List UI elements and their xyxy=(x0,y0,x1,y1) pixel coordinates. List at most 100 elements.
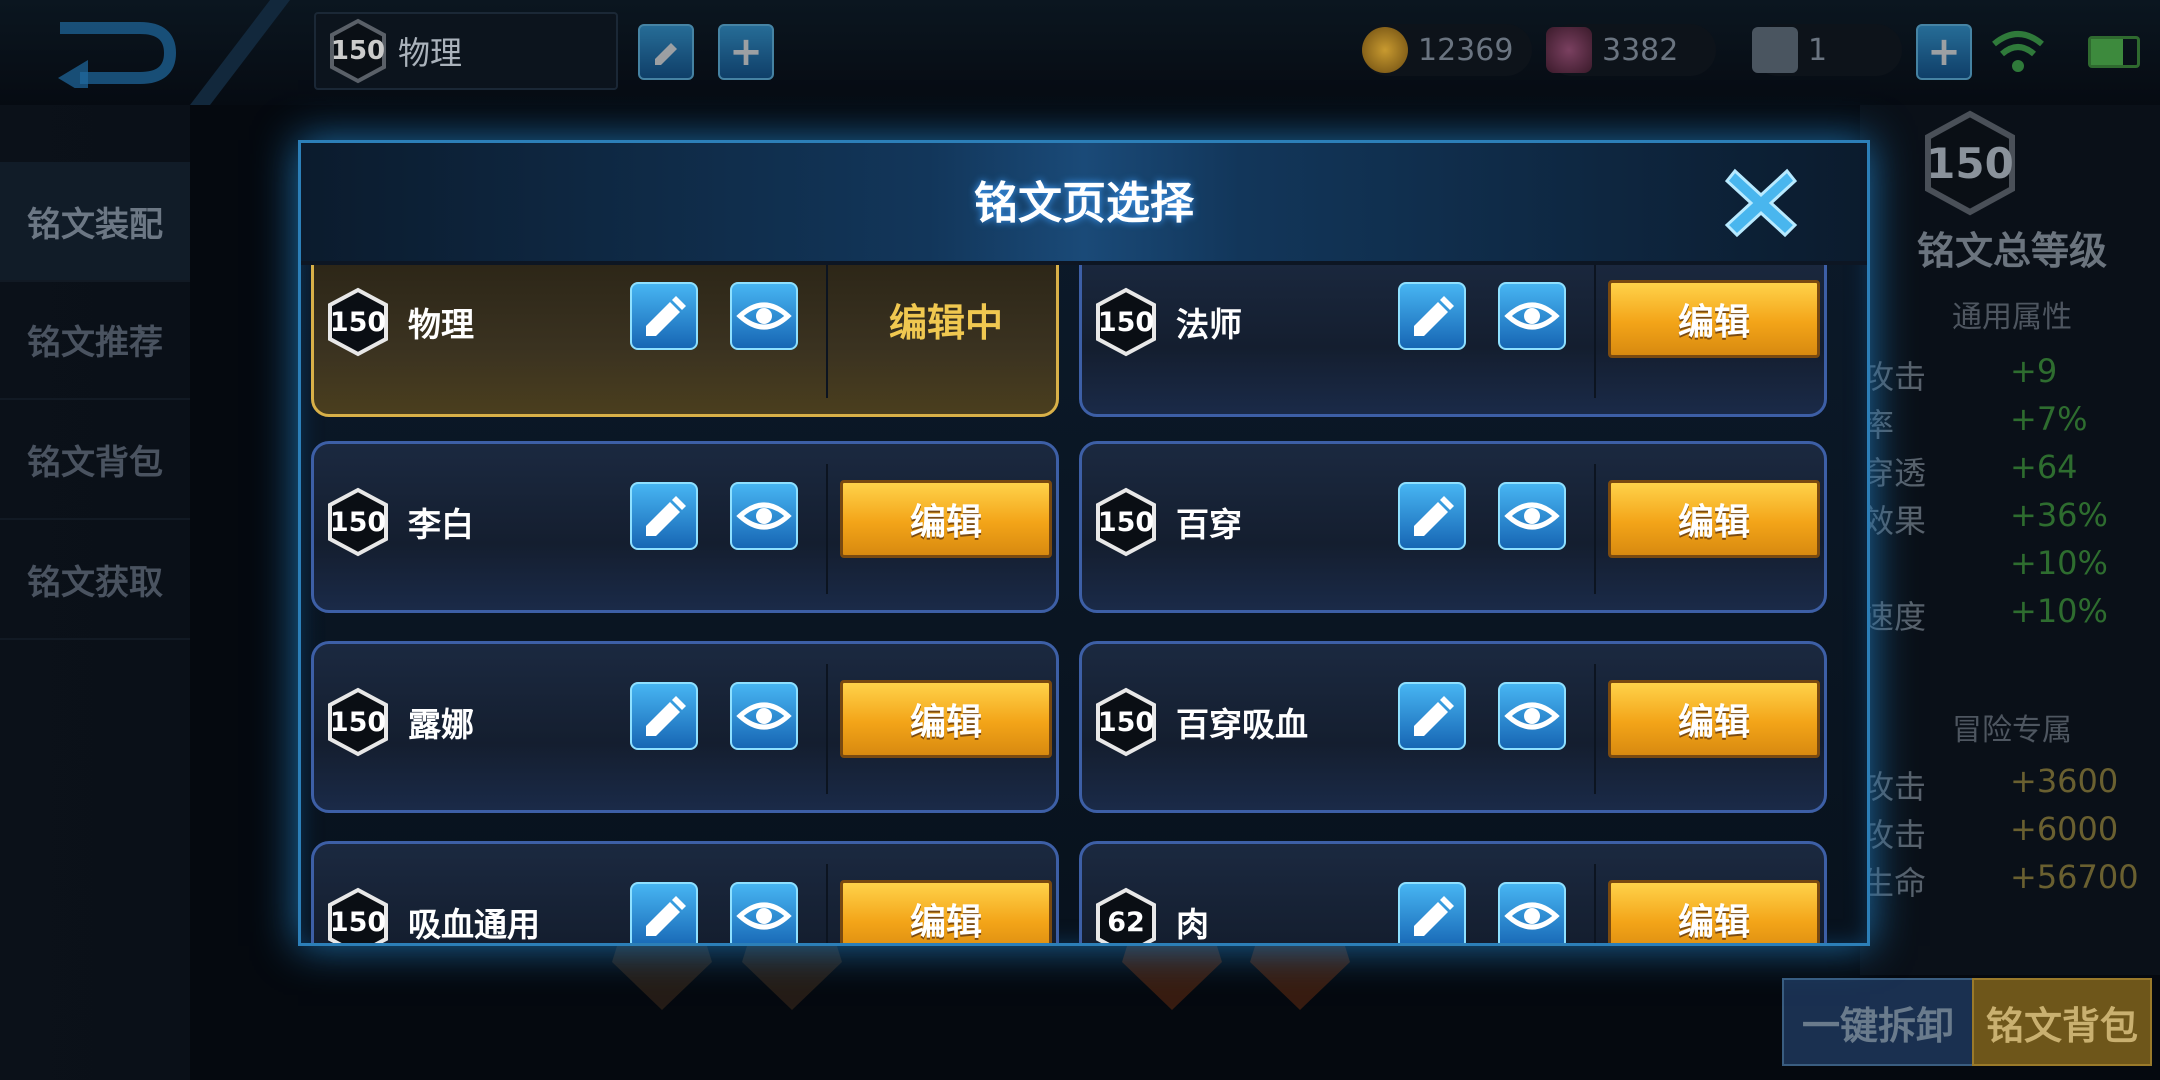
stat-row: 攻击 +3600 xyxy=(1862,762,2119,806)
divider xyxy=(1594,464,1596,594)
eye-icon xyxy=(736,902,792,930)
gold-currency: 12369 xyxy=(1362,24,1532,76)
pencil-icon xyxy=(646,296,686,336)
edit-button[interactable]: 编辑 xyxy=(840,880,1052,943)
section-adventure-title: 冒险专属 xyxy=(1952,713,2072,748)
eye-icon xyxy=(1504,902,1560,930)
gold-coin-icon xyxy=(1362,27,1408,73)
level-badge: 150 xyxy=(326,686,390,758)
divider xyxy=(826,265,828,398)
edit-button[interactable]: 编辑 xyxy=(1608,280,1820,358)
unload-all-button[interactable]: 一键拆卸 xyxy=(1782,978,1974,1066)
total-level-badge: 150 xyxy=(1922,110,2018,216)
level-badge: 150 xyxy=(1094,286,1158,358)
stat-row: 效果 +36% xyxy=(1862,496,2108,540)
level-badge: 150 xyxy=(1094,486,1158,558)
rune-page-card[interactable]: 150 法师 编辑 xyxy=(1079,265,1827,417)
page-name: 法师 xyxy=(1176,305,1242,344)
page-name: 肉 xyxy=(1176,905,1209,943)
edit-button[interactable]: 编辑 xyxy=(1608,680,1820,758)
rename-button[interactable] xyxy=(1398,282,1466,350)
battery-icon xyxy=(2088,36,2140,68)
divider xyxy=(1594,664,1596,794)
plus-icon: + xyxy=(729,29,763,75)
preview-button[interactable] xyxy=(1498,482,1566,550)
page-name: 百穿 xyxy=(1176,505,1242,544)
rename-button[interactable] xyxy=(630,282,698,350)
preview-button[interactable] xyxy=(1498,282,1566,350)
eye-icon xyxy=(736,702,792,730)
sidebar-item-equip[interactable]: 铭文装配 xyxy=(0,162,190,282)
rune-page-card[interactable]: 150 百穿吸血 编辑 xyxy=(1079,641,1827,813)
stat-row: +10% xyxy=(2010,544,2108,582)
stat-row: 攻击 +9 xyxy=(1862,352,2058,396)
rune-page-card[interactable]: 150 物理 编辑中 xyxy=(311,265,1059,417)
pencil-icon xyxy=(646,896,686,936)
current-page-chip[interactable]: 150 物理 xyxy=(314,12,618,90)
stat-row: 攻击 +6000 xyxy=(1862,810,2119,854)
gem-amount: 3382 xyxy=(1602,32,1679,68)
ticket-amount: 1 xyxy=(1808,32,1828,68)
ticket-icon xyxy=(1752,27,1798,73)
eye-icon xyxy=(1504,502,1560,530)
add-currency-button[interactable]: + xyxy=(1916,24,1972,80)
edit-button[interactable]: 编辑 xyxy=(1608,480,1820,558)
rune-bag-button[interactable]: 铭文背包 xyxy=(1972,978,2152,1066)
page-name: 李白 xyxy=(408,505,474,544)
preview-button[interactable] xyxy=(730,882,798,943)
total-level-label: 铭文总等级 xyxy=(1916,229,2107,273)
pencil-icon xyxy=(646,696,686,736)
pencil-icon xyxy=(646,496,686,536)
preview-button[interactable] xyxy=(730,482,798,550)
rune-page-list[interactable]: 150 物理 编辑中 150 法师 编辑 150 李白 编辑 150 百穿 编辑… xyxy=(301,265,1867,943)
preview-button[interactable] xyxy=(1498,882,1566,943)
eye-icon xyxy=(1504,702,1560,730)
rune-page-card[interactable]: 150 百穿 编辑 xyxy=(1079,441,1827,613)
preview-button[interactable] xyxy=(730,282,798,350)
pencil-icon xyxy=(1414,896,1454,936)
rune-page-card[interactable]: 150 露娜 编辑 xyxy=(311,641,1059,813)
rune-page-select-dialog: 铭文页选择 150 物理 编辑中 150 法师 编辑 150 李白 编辑 150… xyxy=(298,140,1870,946)
rename-button[interactable] xyxy=(630,682,698,750)
stat-row: 生命 +56700 xyxy=(1862,858,2139,902)
add-page-button[interactable]: + xyxy=(718,24,774,80)
eye-icon xyxy=(736,502,792,530)
back-arrow-icon[interactable] xyxy=(40,18,180,88)
rename-page-button[interactable] xyxy=(638,24,694,80)
rune-page-card[interactable]: 150 吸血通用 编辑 xyxy=(311,841,1059,943)
edit-button[interactable]: 编辑 xyxy=(1608,880,1820,943)
current-page-name: 物理 xyxy=(398,34,463,72)
divider xyxy=(826,664,828,794)
edit-button[interactable]: 编辑 xyxy=(840,680,1052,758)
preview-button[interactable] xyxy=(1498,682,1566,750)
pencil-icon xyxy=(1414,296,1454,336)
page-name: 百穿吸血 xyxy=(1176,705,1308,744)
rename-button[interactable] xyxy=(1398,482,1466,550)
level-badge: 150 xyxy=(1094,686,1158,758)
divider xyxy=(1594,265,1596,398)
gem-icon xyxy=(1546,27,1592,73)
plus-icon: + xyxy=(1927,29,1961,75)
rename-button[interactable] xyxy=(1398,882,1466,943)
editing-status: 编辑中 xyxy=(888,300,1003,345)
sidebar-item-recommend[interactable]: 铭文推荐 xyxy=(0,280,190,400)
preview-button[interactable] xyxy=(730,682,798,750)
sidebar-item-bag[interactable]: 铭文背包 xyxy=(0,400,190,520)
pencil-icon xyxy=(1414,696,1454,736)
rename-button[interactable] xyxy=(630,482,698,550)
stat-row: 速度 +10% xyxy=(1862,592,2108,636)
sidebar-item-obtain[interactable]: 铭文获取 xyxy=(0,520,190,640)
rune-page-card[interactable]: 150 李白 编辑 xyxy=(311,441,1059,613)
section-general-title: 通用属性 xyxy=(1952,300,2072,335)
dialog-title: 铭文页选择 xyxy=(974,178,1194,229)
rune-page-card[interactable]: 62 肉 编辑 xyxy=(1079,841,1827,943)
eye-icon xyxy=(736,302,792,330)
rename-button[interactable] xyxy=(1398,682,1466,750)
page-name: 物理 xyxy=(408,305,474,344)
level-badge: 62 xyxy=(1094,886,1158,943)
edit-button[interactable]: 编辑 xyxy=(840,480,1052,558)
wifi-icon xyxy=(1992,31,2044,72)
rename-button[interactable] xyxy=(630,882,698,943)
divider xyxy=(1594,864,1596,943)
close-icon[interactable] xyxy=(1721,161,1801,241)
